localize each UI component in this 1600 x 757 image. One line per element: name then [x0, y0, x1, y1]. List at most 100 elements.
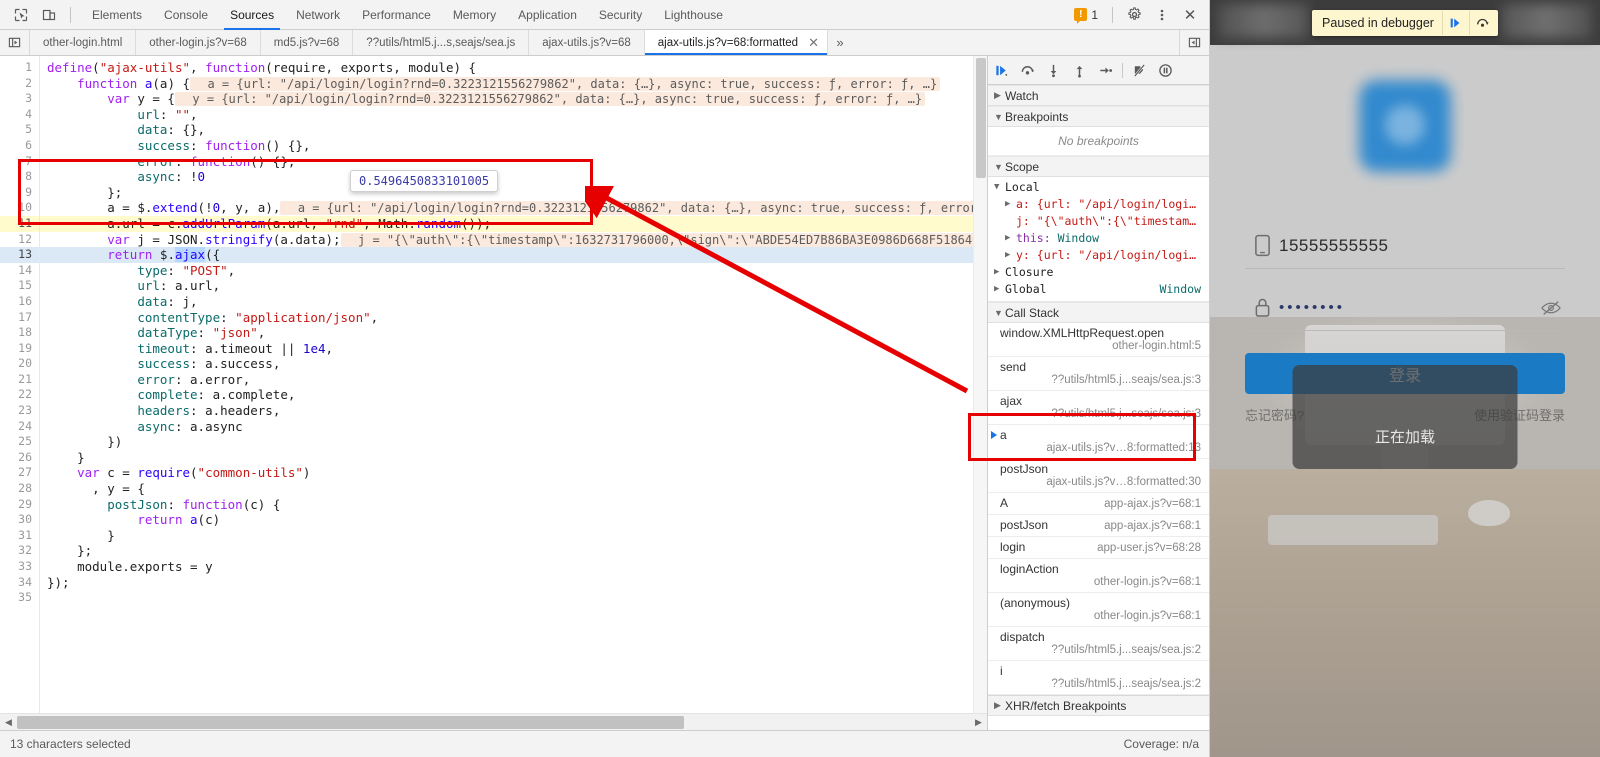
call-stack-frame[interactable]: ajax ??utils/html5.j...seajs/sea.js:3: [988, 391, 1209, 425]
warning-count-badge[interactable]: ! 1: [1071, 6, 1104, 24]
line-number[interactable]: 29: [0, 497, 39, 513]
tab-memory[interactable]: Memory: [442, 0, 507, 30]
editor-horizontal-scrollbar[interactable]: ◀ ▶: [0, 713, 987, 730]
file-tab-close-icon[interactable]: ✕: [806, 35, 821, 51]
line-number[interactable]: 12: [0, 232, 39, 248]
step-button[interactable]: [1093, 58, 1118, 83]
code-editor[interactable]: 1 2 3 4 5 6 7 8 9 10 11 12 13 14 15 16 17 18 19 20 21 22 23 24 2…: [0, 56, 987, 713]
file-tab-other-login-html[interactable]: other-login.html: [30, 30, 137, 55]
tab-sources[interactable]: Sources: [219, 0, 285, 30]
step-into-button[interactable]: [1041, 58, 1066, 83]
line-number[interactable]: 24: [0, 419, 39, 435]
line-number[interactable]: 6: [0, 138, 39, 154]
code-line[interactable]: dataType: "json",: [40, 325, 973, 341]
line-number[interactable]: 27: [0, 465, 39, 481]
gear-icon[interactable]: [1121, 3, 1147, 27]
call-stack-frame[interactable]: dispatch ??utils/html5.j...seajs/sea.js:2: [988, 627, 1209, 661]
line-number[interactable]: 18: [0, 325, 39, 341]
scope-global-group[interactable]: ▶ Global Window: [988, 281, 1209, 298]
line-number[interactable]: 32: [0, 543, 39, 559]
line-number[interactable]: 31: [0, 528, 39, 544]
editor-vscroll-thumb[interactable]: [976, 58, 986, 178]
line-number[interactable]: 1: [0, 60, 39, 76]
kebab-menu-icon[interactable]: [1149, 3, 1175, 27]
line-number[interactable]: 20: [0, 356, 39, 372]
scope-var-a[interactable]: ▶ a: {url: "/api/login/logi…: [988, 196, 1209, 213]
code-content[interactable]: define("ajax-utils", function(require, e…: [40, 56, 973, 713]
line-number[interactable]: 19: [0, 341, 39, 357]
call-stack-frame[interactable]: window.XMLHttpRequest.open other-login.ht…: [988, 323, 1209, 357]
device-toolbar-icon[interactable]: [36, 3, 62, 27]
scope-var-j[interactable]: j: "{\"auth\":{\"timestam…: [988, 213, 1209, 230]
code-line[interactable]: data: j,: [40, 294, 973, 310]
scope-section-header[interactable]: ▼ Scope: [988, 156, 1209, 177]
inspect-element-icon[interactable]: [8, 3, 34, 27]
tab-lighthouse[interactable]: Lighthouse: [653, 0, 734, 30]
line-number[interactable]: 21: [0, 372, 39, 388]
line-number[interactable]: 2: [0, 76, 39, 92]
code-line[interactable]: url: "",: [40, 107, 973, 123]
line-number[interactable]: 30: [0, 512, 39, 528]
watch-section-header[interactable]: ▶ Watch: [988, 85, 1209, 106]
xhr-breakpoints-section-header[interactable]: ▶ XHR/fetch Breakpoints: [988, 695, 1209, 716]
tab-console[interactable]: Console: [153, 0, 219, 30]
line-number[interactable]: 14: [0, 263, 39, 279]
phone-number-field[interactable]: 15555555555: [1245, 223, 1565, 269]
close-icon[interactable]: ✕: [1177, 3, 1203, 27]
resume-script-button[interactable]: [989, 58, 1014, 83]
code-line[interactable]: async: !0: [40, 169, 973, 185]
line-number[interactable]: 10: [0, 200, 39, 216]
line-number[interactable]: 22: [0, 387, 39, 403]
file-tab-ajax-utils-formatted[interactable]: ajax-utils.js?v=68:formatted ✕: [644, 30, 828, 55]
step-over-button[interactable]: [1015, 58, 1040, 83]
tab-performance[interactable]: Performance: [351, 0, 442, 30]
code-line[interactable]: [40, 590, 973, 606]
code-line[interactable]: var c = require("common-utils"): [40, 465, 973, 481]
code-line[interactable]: success: a.success,: [40, 356, 973, 372]
tab-network[interactable]: Network: [285, 0, 351, 30]
breakpoints-section-header[interactable]: ▼ Breakpoints: [988, 106, 1209, 127]
scope-var-this[interactable]: ▶ this: Window: [988, 230, 1209, 247]
hscroll-left-arrow[interactable]: ◀: [0, 714, 17, 731]
code-line[interactable]: error: function() {},: [40, 154, 973, 170]
line-number[interactable]: 33: [0, 559, 39, 575]
code-line[interactable]: define("ajax-utils", function(require, e…: [40, 60, 973, 76]
tab-security[interactable]: Security: [588, 0, 653, 30]
scope-var-y[interactable]: ▶ y: {url: "/api/login/logi…: [988, 247, 1209, 264]
file-tab-md5-js[interactable]: md5.js?v=68: [260, 30, 354, 55]
code-line[interactable]: }): [40, 434, 973, 450]
file-tab-ajax-utils-js[interactable]: ajax-utils.js?v=68: [529, 30, 645, 55]
password-field[interactable]: ••••••••: [1245, 285, 1565, 331]
code-line[interactable]: postJson: function(c) {: [40, 497, 973, 513]
code-line[interactable]: };: [40, 185, 973, 201]
call-stack-frame[interactable]: Aapp-ajax.js?v=68:1: [988, 493, 1209, 515]
eye-off-icon[interactable]: [1541, 300, 1565, 316]
hscroll-track[interactable]: [17, 714, 970, 731]
line-number[interactable]: 3: [0, 91, 39, 107]
tab-application[interactable]: Application: [507, 0, 588, 30]
step-over-icon[interactable]: [1468, 10, 1496, 35]
call-stack-frame[interactable]: loginAction other-login.js?v=68:1: [988, 559, 1209, 593]
code-line[interactable]: type: "POST",: [40, 263, 973, 279]
file-tabs-overflow-icon[interactable]: »: [828, 30, 852, 55]
code-line[interactable]: });: [40, 575, 973, 591]
code-line[interactable]: function a(a) { a = {url: "/api/login/lo…: [40, 76, 973, 92]
call-stack-frame[interactable]: i ??utils/html5.j...seajs/sea.js:2: [988, 661, 1209, 695]
call-stack-frame[interactable]: a ajax-utils.js?v…8:formatted:13: [988, 425, 1209, 459]
line-number[interactable]: 8: [0, 169, 39, 185]
code-line[interactable]: return a(c): [40, 512, 973, 528]
code-line[interactable]: timeout: a.timeout || 1e4,: [40, 341, 973, 357]
hscroll-right-arrow[interactable]: ▶: [970, 714, 987, 731]
code-line[interactable]: success: function() {},: [40, 138, 973, 154]
code-line[interactable]: url: a.url,: [40, 278, 973, 294]
line-number[interactable]: 25: [0, 434, 39, 450]
code-line[interactable]: var j = JSON.stringify(a.data); j = "{\"…: [40, 232, 973, 248]
line-number[interactable]: 5: [0, 122, 39, 138]
code-line[interactable]: contentType: "application/json",: [40, 310, 973, 326]
pause-on-exceptions-button[interactable]: [1153, 58, 1178, 83]
code-line[interactable]: headers: a.headers,: [40, 403, 973, 419]
line-number[interactable]: 11: [0, 215, 39, 232]
code-line[interactable]: async: a.async: [40, 419, 973, 435]
line-number[interactable]: 34: [0, 575, 39, 591]
resume-script-icon[interactable]: [1441, 10, 1469, 35]
